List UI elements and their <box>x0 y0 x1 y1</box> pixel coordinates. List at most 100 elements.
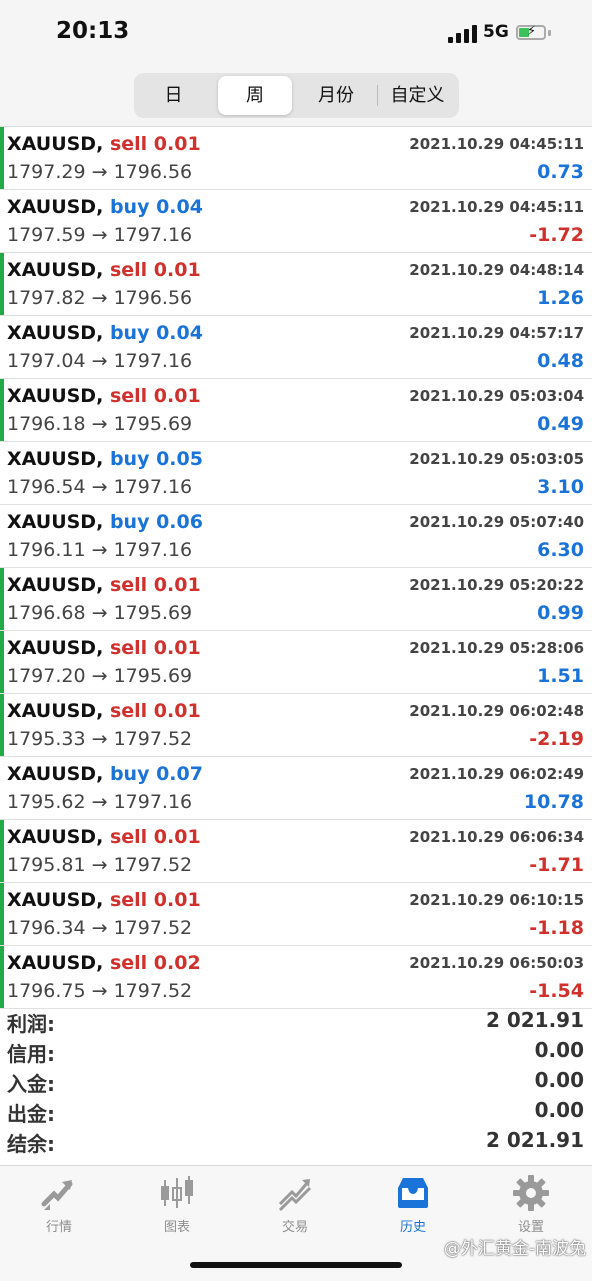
tab-settings[interactable]: 设置 <box>472 1166 590 1236</box>
trade-row[interactable]: XAUUSD, sell 0.01 2021.10.29 05:28:06 1797… <box>0 631 592 694</box>
trade-row[interactable]: XAUUSD, sell 0.02 2021.10.29 06:50:03 1796… <box>0 946 592 1009</box>
arrow-icon: → <box>85 476 114 498</box>
trade-lots: 0.07 <box>156 763 203 785</box>
trade-time: 2021.10.29 06:02:48 <box>409 702 584 720</box>
open-price: 1795.33 <box>7 728 86 750</box>
tab-label: 图表 <box>163 1220 190 1235</box>
close-price: 1795.69 <box>113 602 193 624</box>
trade-profit: 1.26 <box>537 287 584 309</box>
trade-prices: 1796.68 → 1795.69 <box>7 602 192 624</box>
trade-symbol-line: XAUUSD, sell 0.01 <box>7 700 201 722</box>
trade-time: 2021.10.29 04:45:11 <box>409 135 584 153</box>
close-price: 1796.56 <box>113 161 193 183</box>
period-day[interactable]: 日 <box>137 76 210 115</box>
segment-divider <box>377 85 378 106</box>
open-price: 1795.62 <box>7 791 86 813</box>
close-price: 1795.69 <box>113 665 193 687</box>
trade-symbol: XAUUSD, <box>7 763 104 785</box>
close-price: 1797.16 <box>113 476 193 498</box>
trade-row[interactable]: XAUUSD, sell 0.01 2021.10.29 06:10:15 1796… <box>0 883 592 946</box>
summary-value: 0.00 <box>534 1038 584 1062</box>
trade-side: buy <box>109 511 150 533</box>
tab-label: 设置 <box>517 1220 544 1235</box>
trade-profit: 3.10 <box>537 476 584 498</box>
trade-side: sell <box>109 700 148 722</box>
trade-icon <box>278 1179 312 1212</box>
trade-lots: 0.01 <box>153 826 201 848</box>
trade-side: buy <box>109 763 150 785</box>
summary-value: 0.00 <box>534 1098 584 1122</box>
trade-side: sell <box>109 637 148 659</box>
trade-prices: 1797.04 → 1797.16 <box>7 350 192 372</box>
close-price: 1795.69 <box>113 413 193 435</box>
trade-row[interactable]: XAUUSD, sell 0.01 2021.10.29 06:02:48 1795… <box>0 694 592 757</box>
trade-symbol: XAUUSD, <box>7 952 104 974</box>
tab-quotes[interactable]: 行情 <box>0 1166 118 1236</box>
home-indicator[interactable] <box>190 1262 402 1268</box>
trade-row[interactable]: XAUUSD, buy 0.07 2021.10.29 06:02:49 1795.… <box>0 757 592 820</box>
tab-label: 历史 <box>399 1220 426 1235</box>
trade-symbol: XAUUSD, <box>7 196 104 218</box>
trade-symbol-line: XAUUSD, sell 0.02 <box>7 952 201 974</box>
trade-profit: -1.71 <box>529 854 584 876</box>
summary-value: 2 021.91 <box>485 1128 584 1152</box>
period-month[interactable]: 月份 <box>297 76 375 115</box>
trade-side: sell <box>109 133 148 155</box>
trade-time: 2021.10.29 05:07:40 <box>409 513 584 531</box>
open-price: 1797.82 <box>7 287 86 309</box>
trade-row[interactable]: XAUUSD, buy 0.05 2021.10.29 05:03:05 1796.… <box>0 442 592 505</box>
trade-row[interactable]: XAUUSD, buy 0.04 2021.10.29 04:57:17 1797.… <box>0 316 592 379</box>
tab-label: 交易 <box>281 1220 308 1235</box>
tab-chart[interactable]: 图表 <box>118 1166 236 1236</box>
open-price: 1796.54 <box>7 476 86 498</box>
trade-row[interactable]: XAUUSD, buy 0.04 2021.10.29 04:45:11 1797.… <box>0 190 592 253</box>
trade-symbol-line: XAUUSD, sell 0.01 <box>7 133 201 155</box>
summary-label: 入金: <box>7 1072 55 1096</box>
close-price: 1797.52 <box>113 917 193 939</box>
trade-profit: -1.72 <box>529 224 584 246</box>
trade-time: 2021.10.29 06:02:49 <box>409 765 584 783</box>
trade-prices: 1796.34 → 1797.52 <box>7 917 192 939</box>
trade-side: sell <box>109 889 148 911</box>
period-custom[interactable]: 自定义 <box>379 76 456 115</box>
history-icon <box>398 1178 428 1208</box>
arrow-icon: → <box>85 665 114 687</box>
settings-icon <box>513 1175 549 1211</box>
trade-prices: 1796.11 → 1797.16 <box>7 539 192 561</box>
trade-symbol: XAUUSD, <box>7 511 104 533</box>
arrow-icon: → <box>85 602 114 624</box>
open-price: 1796.34 <box>7 917 86 939</box>
trade-profit: 0.49 <box>537 413 584 435</box>
trade-row[interactable]: XAUUSD, sell 0.01 2021.10.29 04:48:14 1797… <box>0 253 592 316</box>
trade-time: 2021.10.29 05:03:04 <box>409 387 584 405</box>
trade-row[interactable]: XAUUSD, sell 0.01 2021.10.29 05:03:04 1796… <box>0 379 592 442</box>
trade-symbol-line: XAUUSD, buy 0.04 <box>7 322 203 344</box>
trade-time: 2021.10.29 05:03:05 <box>409 450 584 468</box>
trade-lots: 0.06 <box>156 511 203 533</box>
trade-row[interactable]: XAUUSD, buy 0.06 2021.10.29 05:07:40 1796.… <box>0 505 592 568</box>
arrow-icon: → <box>85 413 114 435</box>
trade-row[interactable]: XAUUSD, sell 0.01 2021.10.29 04:45:11 1797… <box>0 127 592 190</box>
summary-label: 结余: <box>7 1132 55 1156</box>
open-price: 1797.59 <box>7 224 86 246</box>
arrow-icon: → <box>85 350 114 372</box>
network-type: 5G <box>483 22 509 42</box>
trade-time: 2021.10.29 04:48:14 <box>409 261 584 279</box>
trade-symbol: XAUUSD, <box>7 259 104 281</box>
trade-profit: 1.51 <box>537 665 584 687</box>
trade-prices: 1796.54 → 1797.16 <box>7 476 192 498</box>
tab-history[interactable]: 历史 <box>354 1166 472 1236</box>
summary-row: 结余: 2 021.91 <box>0 1126 592 1156</box>
trade-row[interactable]: XAUUSD, sell 0.01 2021.10.29 05:20:22 1796… <box>0 568 592 631</box>
trade-lots: 0.01 <box>153 700 201 722</box>
period-week[interactable]: 周 <box>218 76 292 115</box>
trade-symbol-line: XAUUSD, sell 0.01 <box>7 259 201 281</box>
arrow-icon: → <box>85 980 114 1002</box>
trade-side: sell <box>109 259 148 281</box>
tab-trade[interactable]: 交易 <box>236 1166 354 1236</box>
trade-row[interactable]: XAUUSD, sell 0.01 2021.10.29 06:06:34 1795… <box>0 820 592 883</box>
trade-time: 2021.10.29 06:06:34 <box>409 828 584 846</box>
trade-symbol: XAUUSD, <box>7 889 104 911</box>
summary-row: 出金: 0.00 <box>0 1096 592 1126</box>
trade-side: sell <box>109 385 148 407</box>
